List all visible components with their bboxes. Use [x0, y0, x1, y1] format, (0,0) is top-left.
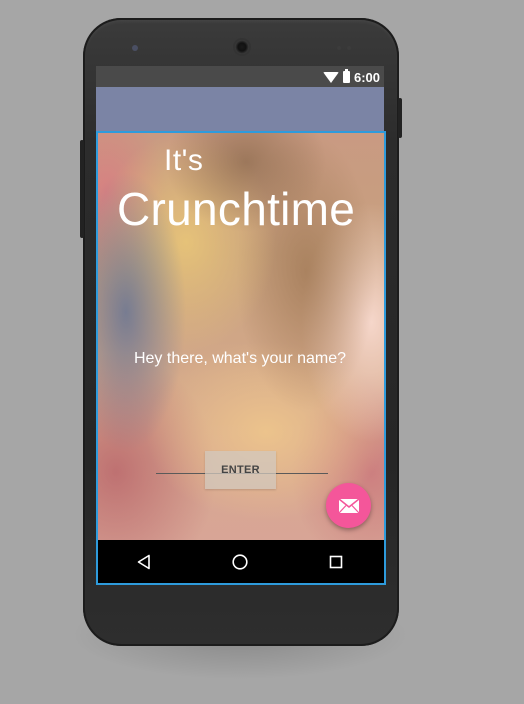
earpiece-icon	[235, 40, 249, 54]
name-prompt: Hey there, what's your name?	[133, 350, 347, 367]
status-icons: 6:00	[322, 69, 380, 85]
sensor-icon	[347, 46, 351, 50]
greeting-small-text: It's	[164, 144, 204, 177]
wifi-icon	[322, 71, 339, 83]
main-content: It's Crunchtime Hey there, what's your n…	[96, 132, 384, 540]
navigation-bar	[96, 540, 384, 584]
app-bar	[96, 87, 384, 132]
recents-button[interactable]	[324, 550, 348, 574]
device-stage: 6:00 It's Crunchtime Hey there, what's y…	[0, 0, 524, 704]
home-icon	[232, 554, 248, 570]
back-button[interactable]	[132, 550, 156, 574]
back-icon	[137, 554, 150, 570]
battery-icon	[342, 69, 350, 83]
home-button[interactable]	[228, 550, 252, 574]
front-camera-icon	[132, 45, 138, 51]
mail-icon	[338, 498, 359, 513]
status-clock: 6:00	[353, 69, 380, 85]
power-button	[398, 98, 402, 138]
recents-icon	[329, 555, 343, 569]
enter-button[interactable]: ENTER	[205, 451, 276, 489]
status-bar: 6:00	[96, 66, 384, 87]
greeting-title: Crunchtime	[117, 183, 356, 235]
mail-fab-button[interactable]	[326, 483, 371, 528]
sensor-icon	[337, 46, 341, 50]
phone-screen: 6:00 It's Crunchtime Hey there, what's y…	[96, 66, 384, 584]
volume-button	[80, 140, 84, 238]
